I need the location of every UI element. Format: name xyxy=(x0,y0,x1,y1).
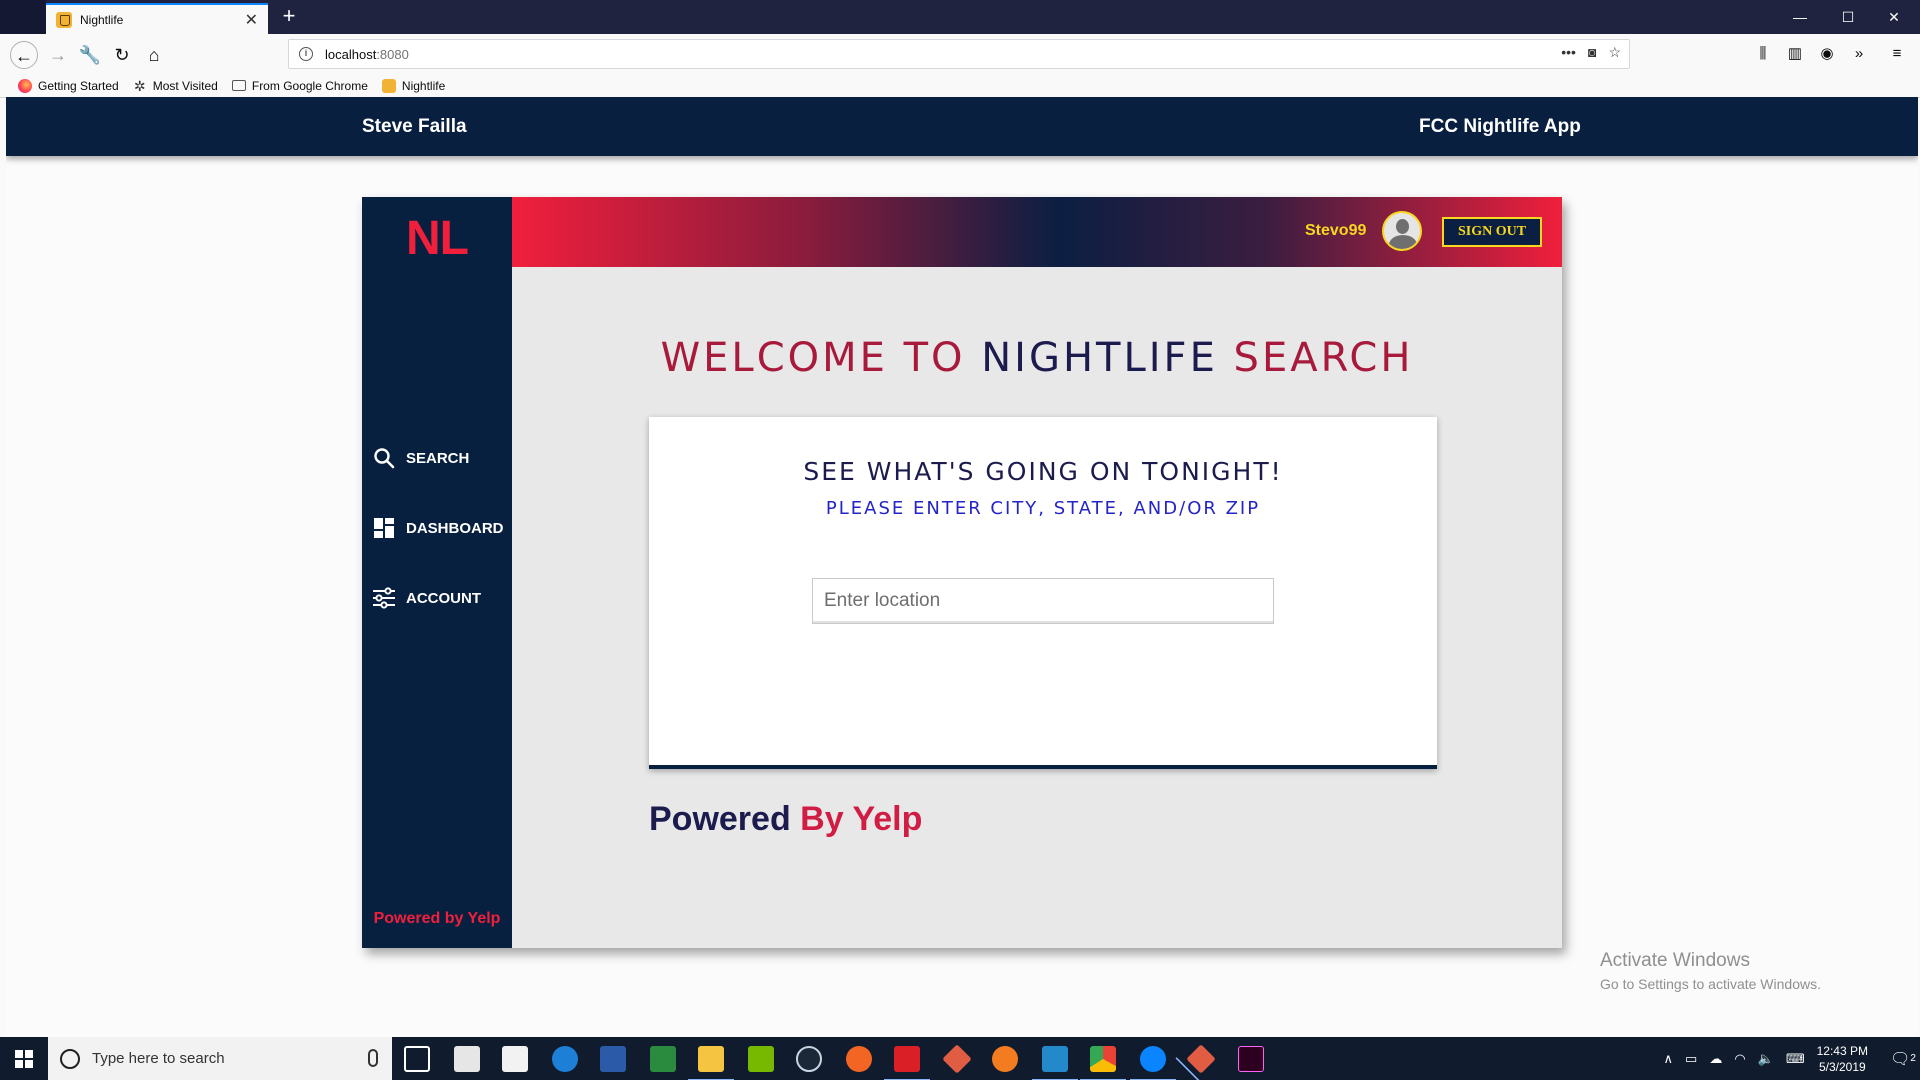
app-top-bar: Stevo99 SIGN OUT xyxy=(512,197,1562,267)
page-actions-icon[interactable]: ••• xyxy=(1561,44,1576,61)
location-input[interactable] xyxy=(812,578,1274,624)
start-button[interactable] xyxy=(0,1037,48,1080)
search-card: SEE WHAT'S GOING ON TONIGHT! PLEASE ENTE… xyxy=(649,417,1437,769)
account-icon[interactable]: ◉ xyxy=(1816,43,1838,65)
page-title: WELCOME TO NIGHTLIFE SEARCH xyxy=(660,335,1414,381)
gear-icon: ✲ xyxy=(133,77,146,94)
onedrive-icon[interactable]: ☁ xyxy=(1709,1051,1722,1067)
browser-tab[interactable]: Nightlife ✕ xyxy=(46,3,268,34)
word-icon[interactable] xyxy=(600,1046,626,1072)
home-button[interactable]: ⌂ xyxy=(140,41,168,69)
url-text: localhost:8080 xyxy=(325,46,409,62)
taskbar-search-box[interactable]: Type here to search xyxy=(48,1037,392,1080)
owner-name[interactable]: Steve Failla xyxy=(362,116,467,138)
microphone-icon[interactable] xyxy=(368,1049,378,1067)
sidebar-item-label: DASHBOARD xyxy=(406,519,504,537)
sidebar-item-label: ACCOUNT xyxy=(406,589,481,607)
username: Stevo99 xyxy=(1305,222,1367,239)
system-tray: ∧ ▭ ☁ ◠ 🔈 ⌨ 12:43 PM 5/3/2019 🗨 2 xyxy=(1664,1037,1920,1080)
sidebar-item-account[interactable]: ACCOUNT xyxy=(372,586,481,610)
creative-cloud-icon[interactable] xyxy=(884,1046,930,1080)
store-icon[interactable] xyxy=(502,1046,528,1072)
cortana-icon xyxy=(60,1048,80,1069)
card-heading: SEE WHAT'S GOING ON TONIGHT! xyxy=(803,457,1283,486)
bookmark-from-google-chrome[interactable]: From Google Chrome xyxy=(231,79,368,93)
bookmark-star-icon[interactable]: ☆ xyxy=(1608,44,1621,61)
battery-icon[interactable]: ▭ xyxy=(1685,1051,1697,1067)
powered-by-yelp: Powered By Yelp xyxy=(649,800,923,838)
sidebar-item-search[interactable]: SEARCH xyxy=(372,446,469,470)
wrench-icon[interactable]: 🔧 xyxy=(76,41,104,69)
origin-icon[interactable] xyxy=(846,1046,872,1072)
bookmarks-bar: Getting Started ✲ Most Visited From Goog… xyxy=(0,74,1920,98)
sidebar-toggle-icon[interactable]: ▥ xyxy=(1784,43,1806,65)
firefox-taskbar-icon[interactable] xyxy=(1130,1046,1176,1080)
nightlife-favicon-icon xyxy=(381,78,396,93)
tab-title: Nightlife xyxy=(80,12,124,27)
sliders-icon xyxy=(372,586,396,610)
hamburger-menu-icon[interactable]: ≡ xyxy=(1886,43,1908,65)
excel-code-icon[interactable] xyxy=(650,1046,676,1072)
notification-center-icon[interactable]: 🗨 2 xyxy=(1886,1037,1920,1080)
sidebar-powered-by: Powered by Yelp xyxy=(373,910,501,927)
app-name[interactable]: FCC Nightlife App xyxy=(1419,116,1581,138)
windows-taskbar: Type here to search ∧ ▭ ☁ ◠ 🔈 ⌨ 12:43 PM… xyxy=(0,1037,1920,1080)
reload-button[interactable]: ↻ xyxy=(108,41,136,69)
git-icon[interactable] xyxy=(942,1044,972,1074)
mail-icon[interactable] xyxy=(454,1046,480,1072)
avatar-head xyxy=(1396,219,1409,234)
windows-logo-icon xyxy=(15,1049,33,1068)
tab-bar-strip xyxy=(0,0,46,34)
avatar[interactable] xyxy=(1382,211,1422,251)
url-bar[interactable]: i localhost:8080 ••• ◙ ☆ xyxy=(288,39,1630,69)
bookmark-most-visited[interactable]: ✲ Most Visited xyxy=(133,79,218,93)
nightlife-favicon-icon xyxy=(56,11,72,28)
wifi-icon[interactable]: ◠ xyxy=(1734,1051,1745,1067)
folder-icon xyxy=(231,80,246,91)
browser-tab-bar: Nightlife ✕ + — ☐ ✕ xyxy=(0,0,1920,34)
avatar-body xyxy=(1389,235,1417,249)
sign-out-button[interactable]: SIGN OUT xyxy=(1442,217,1542,247)
library-icon[interactable]: ⫼ xyxy=(1752,43,1774,65)
chrome-icon[interactable] xyxy=(1080,1046,1126,1080)
volume-icon[interactable]: 🔈 xyxy=(1758,1051,1774,1067)
tab-close-icon[interactable]: ✕ xyxy=(245,10,258,30)
edge-icon[interactable] xyxy=(552,1046,578,1072)
dashboard-icon xyxy=(372,516,396,540)
activate-windows-watermark: Activate Windows Go to Settings to activ… xyxy=(1600,950,1821,992)
bookmark-getting-started[interactable]: Getting Started xyxy=(18,78,119,93)
pocket-icon[interactable]: ◙ xyxy=(1588,44,1596,61)
site-viewport: Steve Failla FCC Nightlife App NL SEARCH… xyxy=(6,97,1918,1037)
vscode-icon[interactable] xyxy=(1032,1046,1078,1080)
git-gui-icon[interactable] xyxy=(1186,1044,1216,1074)
forward-button[interactable]: → xyxy=(44,41,72,69)
adobe-xd-icon[interactable] xyxy=(1238,1046,1264,1072)
close-window-button[interactable]: ✕ xyxy=(1866,0,1920,34)
clock[interactable]: 12:43 PM 5/3/2019 xyxy=(1817,1043,1868,1075)
site-info-icon[interactable]: i xyxy=(299,47,313,61)
sidebar-item-dashboard[interactable]: DASHBOARD xyxy=(372,516,504,540)
task-view-icon[interactable] xyxy=(404,1046,430,1072)
app-panel: NL SEARCH DASHBOARD ACCOUNT Powered by Y… xyxy=(362,197,1562,948)
sidebar-item-label: SEARCH xyxy=(406,449,470,467)
postman-icon[interactable] xyxy=(992,1046,1018,1072)
sidebar: NL SEARCH DASHBOARD ACCOUNT Powered by Y… xyxy=(362,197,512,948)
taskbar-search-placeholder: Type here to search xyxy=(92,1050,225,1067)
nvidia-icon[interactable] xyxy=(748,1046,774,1072)
search-icon xyxy=(372,446,396,470)
chevron-up-icon[interactable]: ∧ xyxy=(1664,1051,1674,1067)
app-logo[interactable]: NL xyxy=(362,211,512,266)
steam-icon[interactable] xyxy=(796,1046,822,1072)
site-header: Steve Failla FCC Nightlife App xyxy=(6,97,1918,156)
firefox-icon xyxy=(18,78,32,93)
card-subheading: PLEASE ENTER CITY, STATE, AND/OR ZIP xyxy=(825,498,1261,519)
browser-nav-bar: ← → 🔧 ↻ ⌂ i localhost:8080 ••• ◙ ☆ ⫼ ▥ ◉… xyxy=(0,34,1920,74)
back-button[interactable]: ← xyxy=(10,41,38,69)
file-explorer-icon[interactable] xyxy=(688,1046,734,1080)
bookmark-nightlife[interactable]: Nightlife xyxy=(381,78,445,93)
new-tab-button[interactable]: + xyxy=(276,4,302,30)
keyboard-icon[interactable]: ⌨ xyxy=(1786,1051,1805,1067)
overflow-menu-icon[interactable]: » xyxy=(1848,43,1870,65)
